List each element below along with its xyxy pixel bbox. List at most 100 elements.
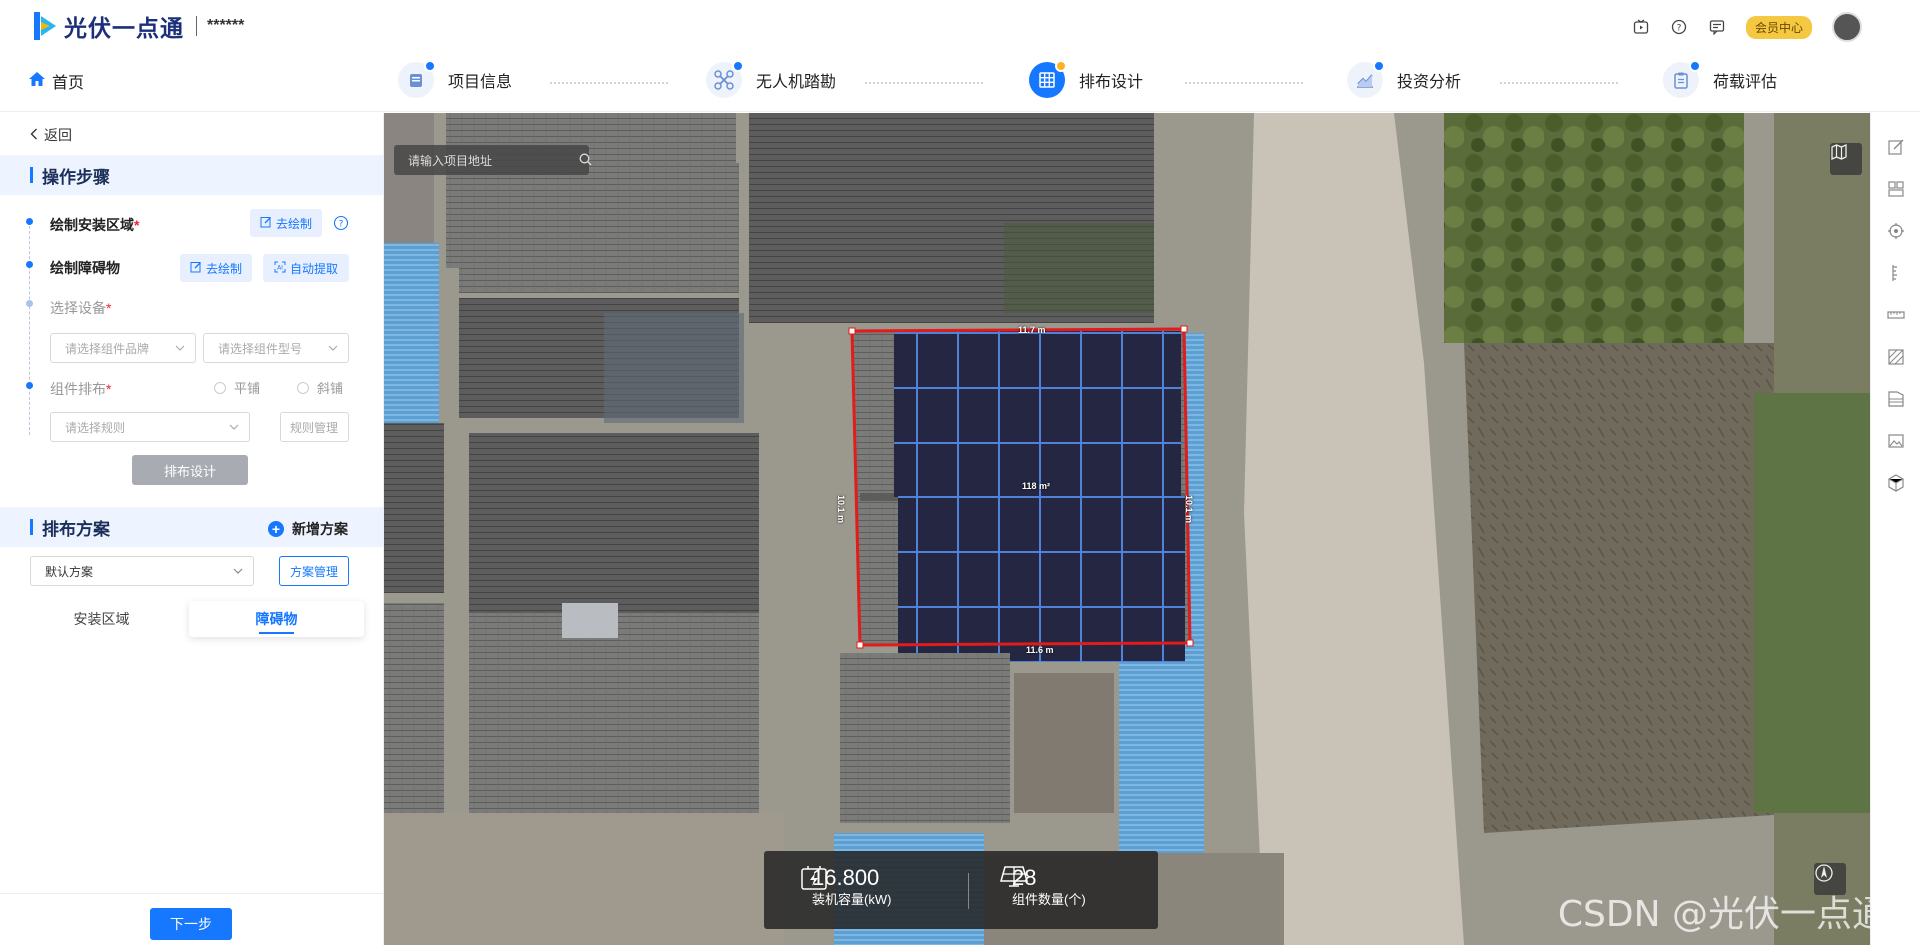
layout-tool-icon[interactable]	[1886, 179, 1906, 199]
brand-name: 光伏一点通	[64, 15, 184, 41]
watermark: CSDN @光伏一点通	[1557, 894, 1870, 935]
map-layer-button[interactable]	[1830, 143, 1862, 175]
help-circle-icon[interactable]: ?	[333, 215, 349, 236]
message-icon[interactable]	[1708, 18, 1726, 36]
map-view[interactable]: 11.7 m 11.6 m 10.1 m 10.1 m 118 m² 请输入项目…	[384, 113, 1870, 945]
add-plan-button[interactable]: + 新增方案	[268, 519, 348, 539]
module-count-stat: 28 组件数量(个)	[1000, 865, 1086, 909]
capacity-label: 装机容量(kW)	[812, 892, 892, 907]
hatch-area-icon[interactable]	[1886, 347, 1906, 367]
step-layout-design[interactable]: 排布设计	[1029, 60, 1143, 98]
model-select[interactable]: 请选择组件型号	[203, 333, 349, 363]
step-drone-survey[interactable]: 无人机踏勘	[706, 60, 837, 98]
address-search-input[interactable]: 请输入项目地址	[394, 145, 592, 175]
step-dot	[26, 300, 33, 307]
layout-design-button[interactable]: 排布设计	[132, 455, 248, 485]
ruler-horizontal-icon[interactable]	[1886, 305, 1906, 325]
chevron-left-icon	[30, 127, 38, 143]
check-badge-icon	[1689, 60, 1701, 72]
search-placeholder: 请输入项目地址	[408, 153, 493, 168]
chevron-down-icon	[328, 342, 338, 356]
next-step-button[interactable]: 下一步	[150, 908, 232, 940]
draw-obstacle-label: 去绘制	[205, 261, 242, 276]
step-label: 无人机踏勘	[756, 74, 837, 91]
footer-actions: 下一步	[0, 893, 383, 945]
home-icon	[28, 71, 46, 92]
step-connector	[865, 82, 983, 84]
step-load-assessment[interactable]: 荷载评估	[1663, 60, 1778, 98]
plan-tabs: 安装区域 障碍物	[14, 601, 364, 639]
dim-right-label: 10.1 m	[1184, 495, 1194, 524]
edit-icon	[260, 216, 272, 231]
draw-area-button[interactable]: 去绘制	[250, 209, 322, 237]
step-dot	[26, 382, 33, 389]
radio-circle	[297, 381, 309, 394]
add-plan-label: 新增方案	[292, 521, 348, 537]
step-label: 投资分析	[1397, 74, 1462, 91]
logo-mark-icon	[34, 12, 58, 40]
3d-box-icon[interactable]	[1886, 473, 1906, 493]
step-label: 项目信息	[448, 74, 513, 91]
svg-text:?: ?	[1677, 24, 1682, 34]
draw-obstacle-button[interactable]: 去绘制	[180, 254, 252, 282]
check-badge-icon	[1373, 60, 1385, 72]
edit-icon	[190, 261, 202, 276]
back-link[interactable]: 返回	[30, 125, 72, 145]
plan-manage-button[interactable]: 方案管理	[279, 556, 349, 586]
plus-icon: +	[268, 521, 284, 537]
dim-top-label: 11.7 m	[1018, 325, 1046, 335]
rule-select[interactable]: 请选择规则	[50, 412, 250, 442]
ops-section-header: 操作步骤	[0, 155, 383, 195]
step-nav: 首页 项目信息 无人机踏勘 排布设计 投资分析 荷载评估	[0, 52, 1920, 112]
step-project-info[interactable]: 项目信息	[398, 60, 513, 98]
section-accent	[30, 167, 33, 183]
step-label: 荷载评估	[1713, 74, 1778, 91]
aerial-image	[384, 113, 1870, 945]
svg-text:AI: AI	[277, 264, 283, 271]
step-investment-analysis[interactable]: 投资分析	[1347, 60, 1462, 98]
section-accent	[30, 519, 33, 535]
plan-select[interactable]: 默认方案	[30, 556, 254, 586]
video-icon[interactable]	[1632, 18, 1650, 36]
edit-tool-icon[interactable]	[1886, 137, 1906, 157]
svg-text:?: ?	[339, 220, 344, 230]
shadow-tool-icon[interactable]	[1886, 389, 1906, 409]
brand-logo[interactable]: 光伏一点通 ******	[34, 9, 244, 43]
radio-tilt[interactable]: 斜铺	[297, 378, 343, 397]
rule-manage-label: 规则管理	[290, 420, 339, 435]
plan-title: 排布方案	[42, 519, 110, 539]
drone-icon	[706, 60, 744, 98]
target-tool-icon[interactable]	[1886, 221, 1906, 241]
tab-obstacles[interactable]: 障碍物	[189, 601, 364, 637]
help-icon[interactable]: ?	[1670, 18, 1688, 36]
project-doc-icon	[398, 60, 436, 98]
clipboard-icon	[1663, 60, 1701, 98]
step-connector	[1185, 82, 1303, 84]
radio-flat[interactable]: 平铺	[214, 378, 260, 397]
step-dot	[26, 261, 33, 268]
home-link[interactable]: 首页	[28, 69, 84, 93]
radio-flat-label: 平铺	[234, 381, 261, 396]
brand-select[interactable]: 请选择组件品牌	[50, 333, 196, 363]
tab-install-area[interactable]: 安装区域	[14, 601, 189, 637]
module-count-label: 组件数量(个)	[1012, 892, 1086, 907]
chevron-down-icon	[175, 342, 185, 356]
step-dot	[26, 218, 33, 225]
ruler-vertical-icon[interactable]	[1886, 263, 1906, 283]
vip-center-button[interactable]: 会员中心	[1745, 15, 1812, 39]
image-tool-icon[interactable]	[1886, 431, 1906, 451]
area-label: 118 m²	[1022, 481, 1051, 491]
check-badge-icon	[424, 60, 436, 72]
step1-label: 绘制安装区域*	[50, 217, 140, 233]
avatar[interactable]	[1832, 12, 1862, 42]
radio-circle	[214, 381, 226, 394]
rule-manage-button[interactable]: 规则管理	[280, 412, 349, 442]
check-badge-icon	[732, 60, 744, 72]
auto-extract-button[interactable]: AI 自动提取	[263, 254, 349, 282]
step-rail	[29, 221, 30, 435]
home-label: 首页	[52, 75, 85, 92]
plan-select-value: 默认方案	[45, 564, 94, 579]
dim-bottom-label: 11.6 m	[1026, 645, 1054, 655]
chevron-down-icon	[229, 421, 239, 435]
capacity-stat: 16.800 装机容量(kW)	[800, 865, 891, 909]
